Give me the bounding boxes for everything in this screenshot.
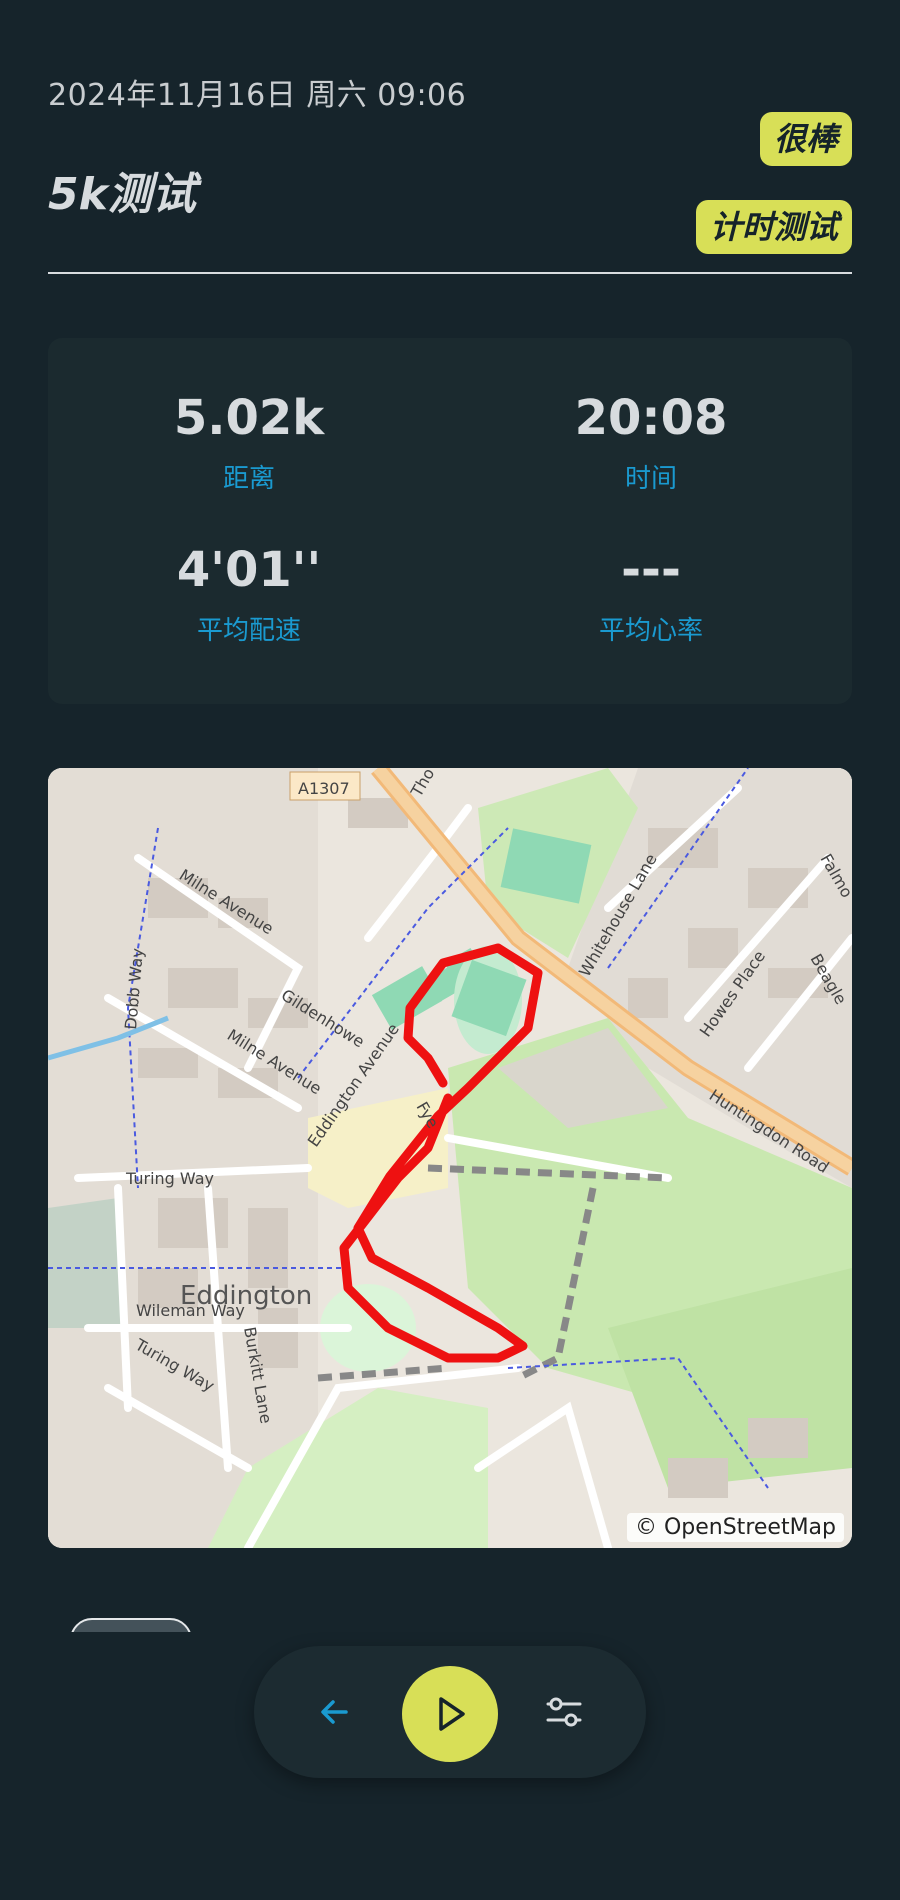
stat-pace-label: 平均配速 — [196, 616, 301, 646]
tag-time-trial[interactable]: 计时测试 — [695, 200, 852, 254]
map-attribution[interactable]: © OpenStreetMap — [626, 1513, 844, 1542]
header-divider — [48, 272, 852, 274]
label-eddington: Eddington — [180, 1281, 312, 1311]
route-map[interactable]: A1307 Huntingdon Road Whitehouse Lane Mi… — [48, 768, 852, 1548]
stat-time: 20:08 时间 — [450, 388, 852, 495]
workout-datetime: 2024年11月16日 周六 09:06 — [48, 78, 467, 113]
arrow-left-icon — [321, 1700, 348, 1724]
stat-distance-value: 5.02k — [173, 390, 325, 446]
play-icon — [439, 1697, 465, 1731]
label-a1307: A1307 — [298, 779, 350, 798]
stat-pace: 4'01'' 平均配速 — [48, 540, 450, 647]
stat-distance-label: 距离 — [222, 464, 275, 494]
stats-card: 5.02k 距离 20:08 时间 4'01'' 平均配速 --- 平均心率 — [48, 338, 852, 704]
bottom-action-bar — [254, 1646, 646, 1778]
label-turing-way-1: Turing Way — [125, 1169, 214, 1188]
stat-heart-rate-value: --- — [621, 542, 681, 598]
back-button[interactable] — [304, 1646, 364, 1778]
map-canvas: A1307 Huntingdon Road Whitehouse Lane Mi… — [48, 768, 852, 1548]
tag-great[interactable]: 很棒 — [759, 112, 852, 166]
sliders-icon — [546, 1697, 582, 1727]
stat-time-label: 时间 — [624, 464, 677, 494]
stat-distance: 5.02k 距离 — [48, 388, 450, 495]
stat-time-value: 20:08 — [574, 390, 728, 446]
settings-sliders-button[interactable] — [534, 1646, 594, 1778]
workout-title: 5k测试 — [48, 169, 196, 220]
stat-heart-rate-label: 平均心率 — [598, 616, 703, 646]
play-button[interactable] — [402, 1666, 498, 1762]
stat-heart-rate: --- 平均心率 — [450, 540, 852, 647]
scroll-peek-card — [70, 1618, 192, 1632]
stat-pace-value: 4'01'' — [176, 542, 322, 598]
